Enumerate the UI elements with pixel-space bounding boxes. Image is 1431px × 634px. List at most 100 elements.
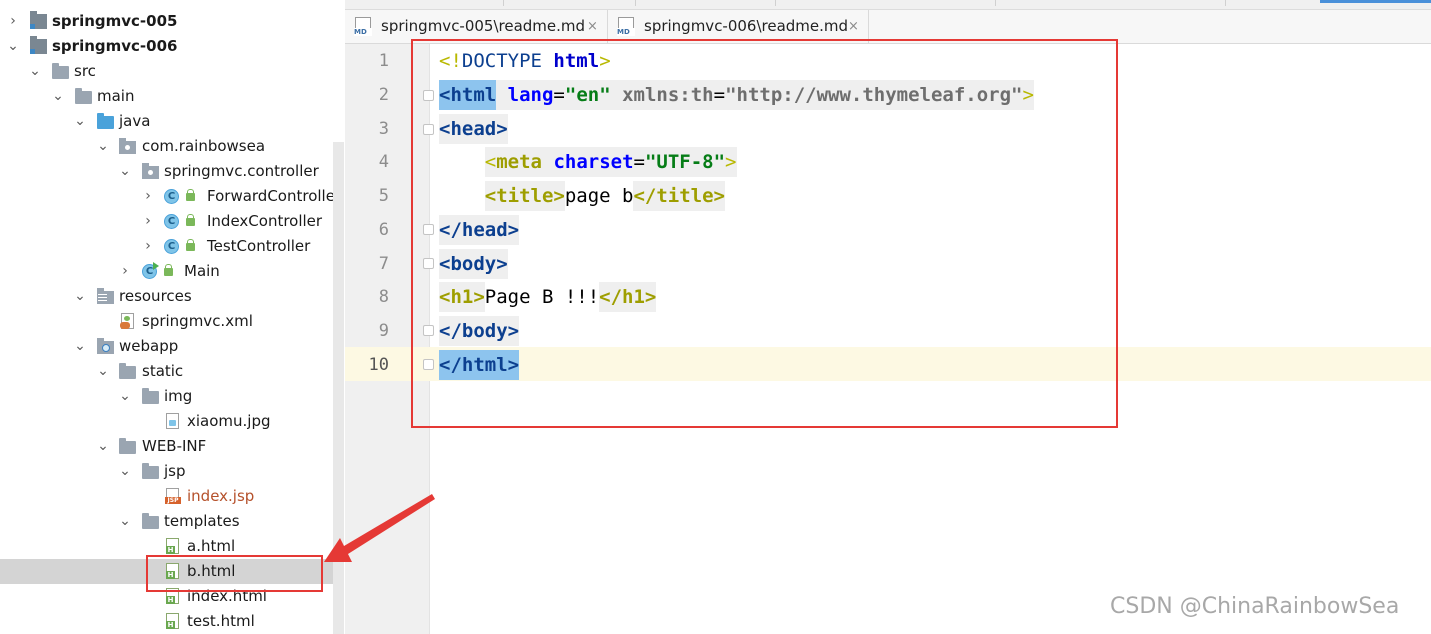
tree-item-label: resources	[119, 287, 192, 305]
line-number: 2	[378, 85, 389, 105]
tree-item-label: webapp	[119, 337, 179, 355]
tree-item-img[interactable]: ⌄ img	[0, 384, 344, 409]
tree-item-label: templates	[164, 512, 240, 530]
source-folder-icon	[97, 113, 114, 129]
tree-item-label: index.jsp	[187, 487, 255, 505]
folder-icon	[75, 88, 92, 104]
class-icon: C	[164, 189, 179, 204]
web-folder-icon	[97, 338, 114, 354]
tree-item-resources[interactable]: ⌄ resources	[0, 284, 344, 309]
chevron-down-icon[interactable]: ⌄	[6, 34, 20, 59]
resources-folder-icon	[97, 288, 114, 304]
chevron-right-icon[interactable]: ›	[141, 184, 155, 209]
folder-icon	[142, 463, 159, 479]
chevron-down-icon[interactable]: ⌄	[96, 134, 110, 159]
chevron-down-icon[interactable]: ⌄	[96, 434, 110, 459]
line-number-current: 10	[368, 355, 389, 375]
folder-icon	[52, 63, 69, 79]
tree-item-label: springmvc.controller	[164, 162, 319, 180]
tree-item-jsp[interactable]: ⌄ jsp	[0, 459, 344, 484]
tree-item-static[interactable]: ⌄ static	[0, 359, 344, 384]
tree-item-label: xiaomu.jpg	[187, 412, 271, 430]
folder-icon	[142, 388, 159, 404]
chevron-down-icon[interactable]: ⌄	[118, 159, 132, 184]
tree-item-springmvc-xml[interactable]: springmvc.xml	[0, 309, 344, 334]
upper-tab-strip	[345, 0, 1431, 10]
annotation-arrow-icon	[324, 494, 435, 562]
tree-item-label: IndexController	[207, 212, 323, 230]
tree-item-label: springmvc-005	[52, 12, 178, 30]
class-icon: C	[164, 239, 179, 254]
tab-fragment[interactable]	[615, 0, 636, 6]
tree-item-label: main	[97, 87, 135, 105]
tab-fragment[interactable]	[985, 0, 996, 6]
chevron-down-icon[interactable]: ⌄	[118, 509, 132, 534]
tree-item-templates[interactable]: ⌄ templates	[0, 509, 344, 534]
tree-item-label: java	[119, 112, 151, 130]
chevron-right-icon[interactable]: ›	[141, 209, 155, 234]
tree-item-indexcontroller[interactable]: › C IndexController	[0, 209, 344, 234]
tab-fragment[interactable]	[1215, 0, 1226, 6]
html-file-icon	[166, 538, 179, 554]
folder-icon	[142, 513, 159, 529]
folder-icon	[119, 438, 136, 454]
tab-fragment[interactable]	[765, 0, 776, 6]
tree-item-main[interactable]: ⌄ main	[0, 84, 344, 109]
chevron-right-icon[interactable]: ›	[141, 234, 155, 259]
active-tab-indicator	[1320, 0, 1431, 3]
chevron-down-icon[interactable]: ⌄	[118, 459, 132, 484]
tree-item-testcontroller[interactable]: › C TestController	[0, 234, 344, 259]
chevron-right-icon[interactable]: ›	[118, 259, 132, 284]
tree-item-label: springmvc-006	[52, 37, 178, 55]
tree-item-label: src	[74, 62, 96, 80]
chevron-down-icon[interactable]: ⌄	[51, 84, 65, 109]
jsp-file-icon	[165, 488, 181, 504]
chevron-down-icon[interactable]: ⌄	[118, 384, 132, 409]
tree-item-label: test.html	[187, 612, 255, 630]
tree-item-label: ForwardController	[207, 187, 342, 205]
module-icon	[30, 11, 47, 29]
run-badge-icon	[153, 262, 159, 270]
watermark: CSDN @ChinaRainbowSea	[1110, 594, 1400, 619]
tree-item-springmvc-006[interactable]: ⌄ springmvc-006	[0, 34, 344, 59]
folder-icon	[119, 363, 136, 379]
tree-item-xiaomu-jpg[interactable]: xiaomu.jpg	[0, 409, 344, 434]
line-number: 6	[378, 220, 389, 240]
annotation-box-code	[411, 39, 1118, 428]
chevron-down-icon[interactable]: ⌄	[73, 109, 87, 134]
line-number: 4	[378, 152, 389, 172]
tree-item-label: TestController	[207, 237, 311, 255]
tree-item-forwardcontroller[interactable]: › C ForwardController	[0, 184, 344, 209]
md-file-icon	[354, 17, 372, 36]
chevron-down-icon[interactable]: ⌄	[73, 284, 87, 309]
tab-fragment[interactable]	[493, 0, 504, 6]
tree-item-label: static	[142, 362, 184, 380]
image-file-icon	[166, 413, 179, 429]
chevron-right-icon[interactable]: ›	[6, 9, 20, 34]
tree-item-web-inf[interactable]: ⌄ WEB-INF	[0, 434, 344, 459]
chevron-down-icon[interactable]: ⌄	[28, 59, 42, 84]
tree-item-label: img	[164, 387, 193, 405]
class-icon: C	[164, 214, 179, 229]
tree-item-com-rainbowsea[interactable]: ⌄ com.rainbowsea	[0, 134, 344, 159]
tree-item-label: jsp	[164, 462, 186, 480]
package-icon	[142, 163, 159, 179]
tree-item-label: WEB-INF	[142, 437, 207, 455]
tree-item-test-html[interactable]: test.html	[0, 609, 344, 634]
chevron-down-icon[interactable]: ⌄	[73, 334, 87, 359]
tree-item-springmvc-005[interactable]: › springmvc-005	[0, 9, 344, 34]
tree-item-springmvc-controller[interactable]: ⌄ springmvc.controller	[0, 159, 344, 184]
lock-icon	[186, 214, 195, 226]
lock-icon	[164, 264, 173, 276]
line-number: 5	[378, 186, 389, 206]
tree-item-main-class[interactable]: › C Main	[0, 259, 344, 284]
package-icon	[119, 138, 136, 154]
tree-item-src[interactable]: ⌄ src	[0, 59, 344, 84]
tree-item-java[interactable]: ⌄ java	[0, 109, 344, 134]
tree-item-webapp[interactable]: ⌄ webapp	[0, 334, 344, 359]
md-file-icon	[617, 17, 635, 36]
tree-item-index-jsp[interactable]: index.jsp	[0, 484, 344, 509]
line-number: 9	[378, 321, 389, 341]
lock-icon	[186, 239, 195, 251]
chevron-down-icon[interactable]: ⌄	[96, 359, 110, 384]
